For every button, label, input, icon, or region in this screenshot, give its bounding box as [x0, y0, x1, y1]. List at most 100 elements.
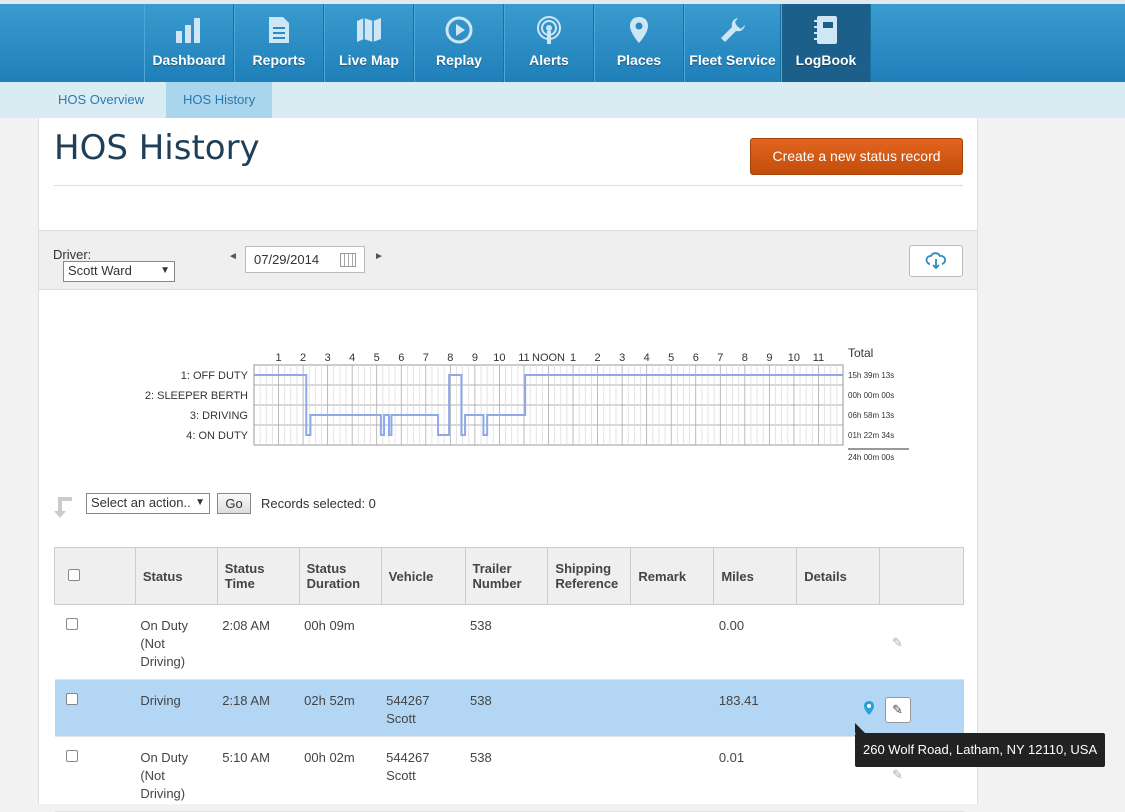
nav-label: Dashboard	[152, 52, 226, 68]
chart-hour-label: 5	[668, 352, 674, 364]
chart-hour-label: 8	[742, 352, 748, 364]
address-tooltip: 260 Wolf Road, Latham, NY 12110, USA	[855, 723, 1106, 767]
header-status-time[interactable]: Status Time	[216, 547, 300, 605]
cell-status: Driving	[135, 679, 218, 737]
nav-label: Places	[616, 52, 662, 68]
title-divider	[54, 185, 963, 186]
row-checkbox-cell	[54, 604, 136, 680]
dropdown-caret-icon: ▼	[160, 265, 170, 276]
select-all-checkbox[interactable]	[68, 568, 80, 581]
header-miles[interactable]: Miles	[713, 547, 798, 605]
chart-hour-label: 1	[570, 352, 576, 364]
play-icon	[443, 14, 475, 46]
action-select[interactable]: Select an action.. ▼	[86, 493, 210, 514]
previous-date-arrow-icon[interactable]: ◄	[228, 251, 238, 262]
chart-hour-label: 6	[693, 352, 699, 364]
row-checkbox[interactable]	[65, 750, 78, 762]
cell-trailer: 538	[465, 604, 548, 680]
chart-hour-label: 4	[349, 352, 355, 364]
header-edit	[879, 547, 964, 605]
next-date-arrow-icon[interactable]: ►	[374, 251, 384, 262]
date-input[interactable]: 07/29/2014	[245, 246, 365, 273]
sub-navigation: HOS Overview HOS History	[0, 82, 1125, 124]
cell-trailer: 538	[465, 736, 548, 812]
cell-duration: 00h 02m	[299, 736, 382, 812]
calendar-icon[interactable]	[340, 253, 356, 267]
filter-bar: Driver: Scott Ward ▼ ◄ 07/29/2014 ►	[38, 230, 978, 290]
chart-total-value: 06h 58m 13s	[848, 411, 894, 420]
chart-hour-label: 2	[595, 352, 601, 364]
tab-hos-history[interactable]: HOS History	[166, 82, 273, 124]
cell-vehicle	[381, 604, 465, 680]
location-pin-icon[interactable]	[863, 700, 875, 716]
cell-time: 2:08 AM	[217, 604, 300, 680]
chart-hour-label: 9	[472, 352, 478, 364]
nav-replay[interactable]: Replay	[414, 4, 504, 82]
nav-live-map[interactable]: Live Map	[324, 4, 414, 82]
cell-time: 5:10 AM	[217, 736, 300, 812]
driver-select[interactable]: Scott Ward ▼	[63, 261, 175, 282]
chart-hour-label: 3	[619, 352, 625, 364]
nav-reports[interactable]: Reports	[234, 4, 324, 82]
cell-remark	[630, 679, 714, 737]
cell-trailer: 538	[465, 679, 548, 737]
nav-places[interactable]: Places	[594, 4, 684, 82]
cell-shipping	[547, 736, 631, 812]
row-checkbox[interactable]	[65, 693, 78, 705]
cloud-download-icon	[925, 252, 946, 270]
nav-label: LogBook	[795, 52, 857, 68]
cell-remark	[630, 736, 714, 812]
row-checkbox[interactable]	[65, 618, 78, 630]
driver-value: Scott Ward	[68, 263, 132, 278]
cell-duration: 00h 09m	[299, 604, 382, 680]
chart-total-label: Total	[848, 346, 873, 360]
page-title: HOS History	[54, 128, 260, 168]
cloud-download-button[interactable]	[909, 245, 963, 277]
header-trailer-number[interactable]: Trailer Number	[464, 547, 549, 605]
chart-hour-label: 3	[325, 352, 331, 364]
header-vehicle[interactable]: Vehicle	[380, 547, 466, 605]
status-records-table: Status Status Time Status Duration Vehic…	[54, 547, 964, 812]
cell-time: 2:18 AM	[217, 679, 300, 737]
header-remark[interactable]: Remark	[630, 547, 715, 605]
chart-status-label: 4: ON DUTY	[186, 430, 248, 442]
create-status-record-button[interactable]: Create a new status record	[750, 138, 963, 175]
nav-alerts[interactable]: Alerts	[504, 4, 594, 82]
chart-total-value: 15h 39m 13s	[848, 371, 894, 380]
cell-vehicle: 544267 Scott	[381, 679, 465, 737]
top-navigation-bar: Dashboard Reports Live Map Replay Alerts	[0, 0, 1125, 82]
hos-status-chart: 1 2 3 4 5 6 7 8 9 10 11 NOON 1 2 3 4 5 6 7 8 9 10 111: OFF DUT…	[145, 346, 909, 462]
nav-logbook[interactable]: LogBook	[781, 4, 871, 82]
nav-label: Alerts	[529, 52, 569, 68]
nav-dashboard[interactable]: Dashboard	[144, 4, 234, 82]
chart-total-value: 00h 00m 00s	[848, 391, 894, 400]
table-row[interactable]: On Duty (Not Driving) 2:08 AM 00h 09m 53…	[54, 604, 964, 680]
cell-miles: 0.00	[713, 604, 797, 680]
chart-hour-label: 11	[518, 352, 529, 364]
map-pin-icon	[623, 14, 655, 46]
tab-hos-overview[interactable]: HOS Overview	[41, 82, 161, 118]
header-status-duration[interactable]: Status Duration	[298, 547, 382, 605]
records-selected-count: Records selected: 0	[261, 496, 376, 511]
nav-fleet-service[interactable]: Fleet Service	[684, 4, 781, 82]
chart-status-label: 1: OFF DUTY	[181, 370, 249, 382]
cell-duration: 02h 52m	[299, 679, 382, 737]
header-shipping-reference[interactable]: Shipping Reference	[547, 547, 632, 605]
chart-grand-total: 24h 00m 00s	[848, 453, 894, 462]
go-button[interactable]: Go	[217, 493, 251, 514]
chart-hour-label: 9	[766, 352, 772, 364]
pencil-edit-icon[interactable]: ✎	[884, 697, 911, 723]
bar-chart-icon	[173, 14, 205, 46]
date-value: 07/29/2014	[254, 252, 320, 267]
cell-edit: ✎	[879, 679, 964, 737]
main-nav: Dashboard Reports Live Map Replay Alerts	[144, 4, 871, 82]
pencil-edit-icon[interactable]: ✎	[885, 631, 911, 657]
table-row[interactable]: On Duty (Not Driving) 5:10 AM 00h 02m 54…	[54, 736, 964, 812]
chart-hour-label: 6	[398, 352, 404, 364]
header-status[interactable]: Status	[134, 547, 218, 605]
dropdown-caret-icon: ▼	[195, 497, 205, 508]
header-panel: HOS History Create a new status record	[38, 118, 978, 230]
table-row[interactable]: Driving 2:18 AM 02h 52m 544267 Scott 538…	[54, 679, 964, 737]
chart-hour-label: 7	[717, 352, 723, 364]
nav-label: Reports	[252, 52, 306, 68]
